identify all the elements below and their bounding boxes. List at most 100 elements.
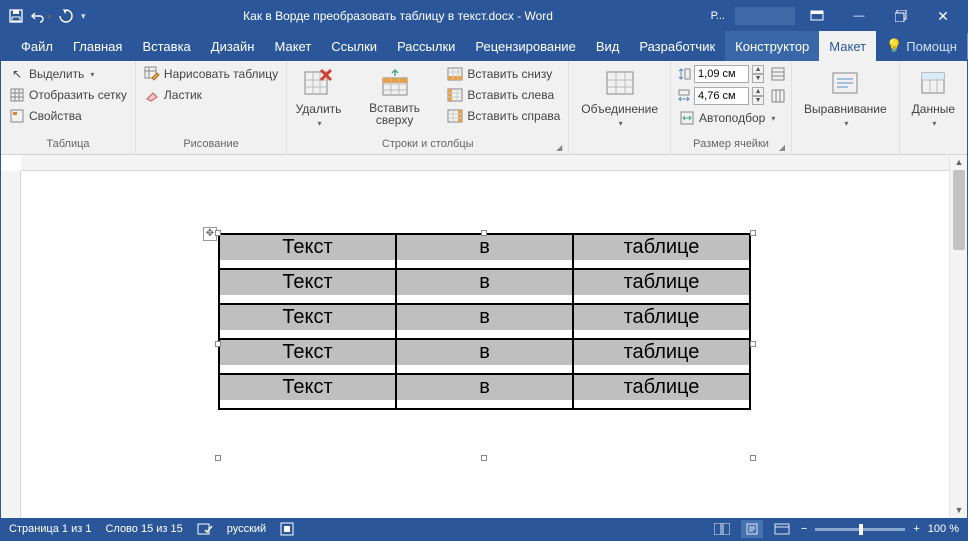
qat-customize-icon[interactable]: ▾ <box>81 11 86 22</box>
minimize-icon[interactable]: — <box>839 1 879 31</box>
status-language[interactable]: русский <box>227 523 266 535</box>
view-gridlines-button[interactable]: Отобразить сетку <box>7 86 129 104</box>
draw-table-button[interactable]: Нарисовать таблицу <box>142 65 280 83</box>
cell[interactable]: Текст <box>220 235 395 268</box>
tab-layout[interactable]: Макет <box>264 31 321 61</box>
tab-mailings[interactable]: Рассылки <box>387 31 465 61</box>
cell[interactable]: Текст <box>220 270 395 303</box>
resize-handle[interactable] <box>750 230 756 236</box>
tab-design[interactable]: Дизайн <box>201 31 265 61</box>
zoom-out-icon[interactable]: − <box>801 523 807 535</box>
alignment-button[interactable]: Выравнивание <box>798 65 893 130</box>
status-words[interactable]: Слово 15 из 15 <box>105 523 182 535</box>
distribute-rows-icon[interactable] <box>771 67 785 81</box>
width-down-icon[interactable]: ▼ <box>752 96 764 105</box>
tab-table-design[interactable]: Конструктор <box>725 31 819 61</box>
tab-home[interactable]: Главная <box>63 31 132 61</box>
distribute-cols-icon[interactable] <box>771 89 785 103</box>
cell[interactable]: таблице <box>574 375 749 408</box>
table-row[interactable]: Текствтаблице <box>219 234 750 269</box>
web-layout-icon[interactable] <box>771 520 793 538</box>
zoom-knob[interactable] <box>859 524 863 535</box>
insert-above-button[interactable]: Вставить сверху <box>350 65 439 128</box>
tell-me-search[interactable]: 💡 Помощн <box>876 38 967 54</box>
tab-table-layout[interactable]: Макет <box>819 31 876 61</box>
row-height-input[interactable] <box>694 65 749 83</box>
alignment-icon <box>829 67 861 99</box>
scroll-thumb[interactable] <box>953 170 965 250</box>
resize-handle[interactable] <box>481 455 487 461</box>
resize-handle[interactable] <box>750 341 756 347</box>
cell[interactable]: в <box>397 235 572 268</box>
save-icon[interactable] <box>9 9 23 23</box>
zoom-in-icon[interactable]: + <box>913 523 919 535</box>
merge-button[interactable]: Объединение <box>575 65 664 130</box>
vertical-ruler[interactable] <box>1 171 21 518</box>
height-up-icon[interactable]: ▲ <box>752 65 764 74</box>
account-short[interactable]: Р... <box>703 1 733 31</box>
data-button[interactable]: Данные <box>906 65 961 130</box>
eraser-icon <box>144 87 160 103</box>
resize-handle[interactable] <box>215 341 221 347</box>
vertical-scrollbar[interactable]: ▲ ▼ <box>949 155 967 518</box>
table-row[interactable]: Текствтаблице <box>219 339 750 374</box>
cell[interactable]: в <box>397 340 572 373</box>
height-down-icon[interactable]: ▼ <box>752 74 764 83</box>
cell[interactable]: таблице <box>574 270 749 303</box>
tab-insert[interactable]: Вставка <box>132 31 200 61</box>
properties-button[interactable]: Свойства <box>7 107 129 125</box>
dialog-launcher-icon[interactable]: ◢ <box>556 143 562 152</box>
tab-references[interactable]: Ссылки <box>321 31 387 61</box>
tab-review[interactable]: Рецензирование <box>465 31 585 61</box>
cell[interactable]: в <box>397 305 572 338</box>
horizontal-ruler[interactable] <box>21 155 949 171</box>
insert-right-button[interactable]: Вставить справа <box>445 107 562 125</box>
ribbon-options-icon[interactable] <box>797 1 837 31</box>
resize-handle[interactable] <box>750 455 756 461</box>
status-page[interactable]: Страница 1 из 1 <box>9 523 91 535</box>
col-width-input[interactable] <box>694 87 749 105</box>
close-icon[interactable]: ✕ <box>923 1 963 31</box>
group-merge: Объединение <box>569 61 671 154</box>
resize-handle[interactable] <box>215 455 221 461</box>
resize-handle[interactable] <box>481 230 487 236</box>
eraser-button[interactable]: Ластик <box>142 86 280 104</box>
scroll-up-icon[interactable]: ▲ <box>950 155 967 170</box>
col-width-control[interactable]: ▲▼ <box>677 87 785 105</box>
resize-handle[interactable] <box>215 230 221 236</box>
zoom-slider[interactable] <box>815 528 905 531</box>
document-table[interactable]: Текствтаблице Текствтаблице Текствтаблиц… <box>218 233 751 410</box>
restore-icon[interactable] <box>881 1 921 31</box>
autofit-button[interactable]: Автоподбор <box>677 109 785 127</box>
delete-button[interactable]: Удалить <box>293 65 344 130</box>
cell[interactable]: Текст <box>220 340 395 373</box>
macro-icon[interactable] <box>280 522 294 536</box>
insert-left-button[interactable]: Вставить слева <box>445 86 562 104</box>
redo-icon[interactable] <box>59 9 73 23</box>
tab-view[interactable]: Вид <box>586 31 630 61</box>
table-row[interactable]: Текствтаблице <box>219 374 750 409</box>
cell[interactable]: таблице <box>574 235 749 268</box>
document-page[interactable]: ✥ Текствтаблице Текствтаблице Текствтабл… <box>21 171 949 518</box>
select-button[interactable]: ↖Выделить <box>7 65 129 83</box>
cell[interactable]: Текст <box>220 305 395 338</box>
tab-developer[interactable]: Разработчик <box>629 31 725 61</box>
table-row[interactable]: Текствтаблице <box>219 304 750 339</box>
cell[interactable]: таблице <box>574 305 749 338</box>
cell[interactable]: таблице <box>574 340 749 373</box>
read-mode-icon[interactable] <box>711 520 733 538</box>
scroll-down-icon[interactable]: ▼ <box>950 503 967 518</box>
cell[interactable]: в <box>397 375 572 408</box>
tab-file[interactable]: Файл <box>11 31 63 61</box>
insert-below-button[interactable]: Вставить снизу <box>445 65 562 83</box>
cell[interactable]: Текст <box>220 375 395 408</box>
undo-icon[interactable] <box>31 9 51 23</box>
spellcheck-icon[interactable] <box>197 522 213 536</box>
width-up-icon[interactable]: ▲ <box>752 87 764 96</box>
zoom-level[interactable]: 100 % <box>928 523 959 535</box>
cellsize-launcher-icon[interactable]: ◢ <box>779 143 785 152</box>
print-layout-icon[interactable] <box>741 520 763 538</box>
cell[interactable]: в <box>397 270 572 303</box>
table-row[interactable]: Текствтаблице <box>219 269 750 304</box>
row-height-control[interactable]: ▲▼ <box>677 65 785 83</box>
